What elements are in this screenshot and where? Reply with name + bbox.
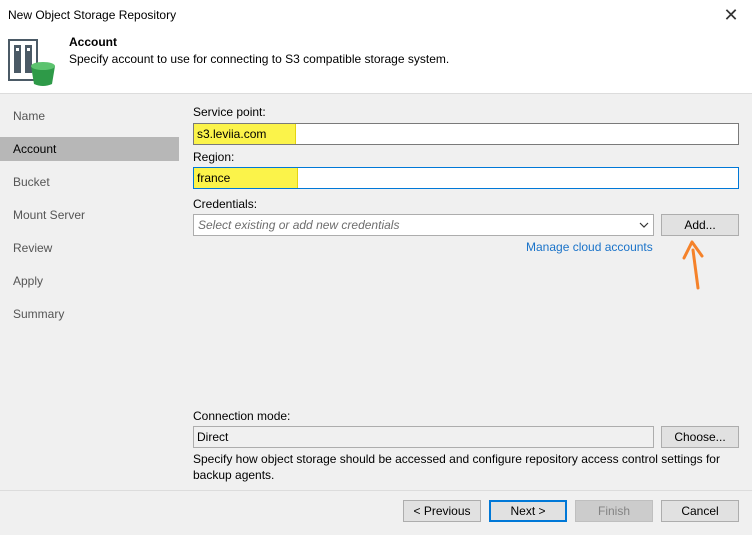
region-label: Region:	[193, 150, 235, 164]
step-title: Account	[69, 35, 117, 49]
connection-mode-input: Direct	[193, 426, 654, 448]
credentials-placeholder: Select existing or add new credentials	[198, 218, 400, 232]
wizard-header: Account Specify account to use for conne…	[0, 30, 752, 94]
step-name[interactable]: Name	[0, 104, 179, 128]
title-bar: New Object Storage Repository ✕	[0, 0, 752, 30]
annotation-arrow-icon	[682, 240, 704, 290]
connection-mode-description: Specify how object storage should be acc…	[193, 452, 720, 482]
object-storage-icon	[8, 39, 55, 86]
manage-cloud-accounts-link[interactable]: Manage cloud accounts	[526, 240, 653, 254]
service-point-value: s3.leviia.com	[197, 127, 267, 141]
service-point-label: Service point:	[193, 105, 266, 119]
service-point-input[interactable]: s3.leviia.com	[193, 123, 739, 145]
credentials-dropdown[interactable]: Select existing or add new credentials	[193, 214, 654, 236]
chevron-down-icon	[639, 222, 649, 228]
credentials-label: Credentials:	[193, 197, 258, 211]
step-review[interactable]: Review	[0, 236, 179, 260]
step-description: Specify account to use for connecting to…	[69, 52, 450, 66]
connection-mode-label: Connection mode:	[193, 409, 291, 423]
next-button[interactable]: Next >	[489, 500, 567, 522]
previous-button[interactable]: < Previous	[403, 500, 481, 522]
step-summary[interactable]: Summary	[0, 302, 179, 326]
connection-mode-value: Direct	[197, 430, 229, 444]
add-credentials-button[interactable]: Add...	[661, 214, 739, 236]
finish-button: Finish	[575, 500, 653, 522]
window-title: New Object Storage Repository	[8, 8, 177, 22]
region-value: france	[197, 171, 231, 185]
choose-connection-mode-button[interactable]: Choose...	[661, 426, 739, 448]
step-bucket[interactable]: Bucket	[0, 170, 179, 194]
wizard-steps: Name Account Bucket Mount Server Review …	[0, 95, 179, 490]
region-input[interactable]: france	[193, 167, 739, 189]
step-account[interactable]: Account	[0, 137, 179, 161]
step-apply[interactable]: Apply	[0, 269, 179, 293]
step-mount-server[interactable]: Mount Server	[0, 203, 179, 227]
cancel-button[interactable]: Cancel	[661, 500, 739, 522]
close-icon[interactable]: ✕	[716, 2, 746, 28]
